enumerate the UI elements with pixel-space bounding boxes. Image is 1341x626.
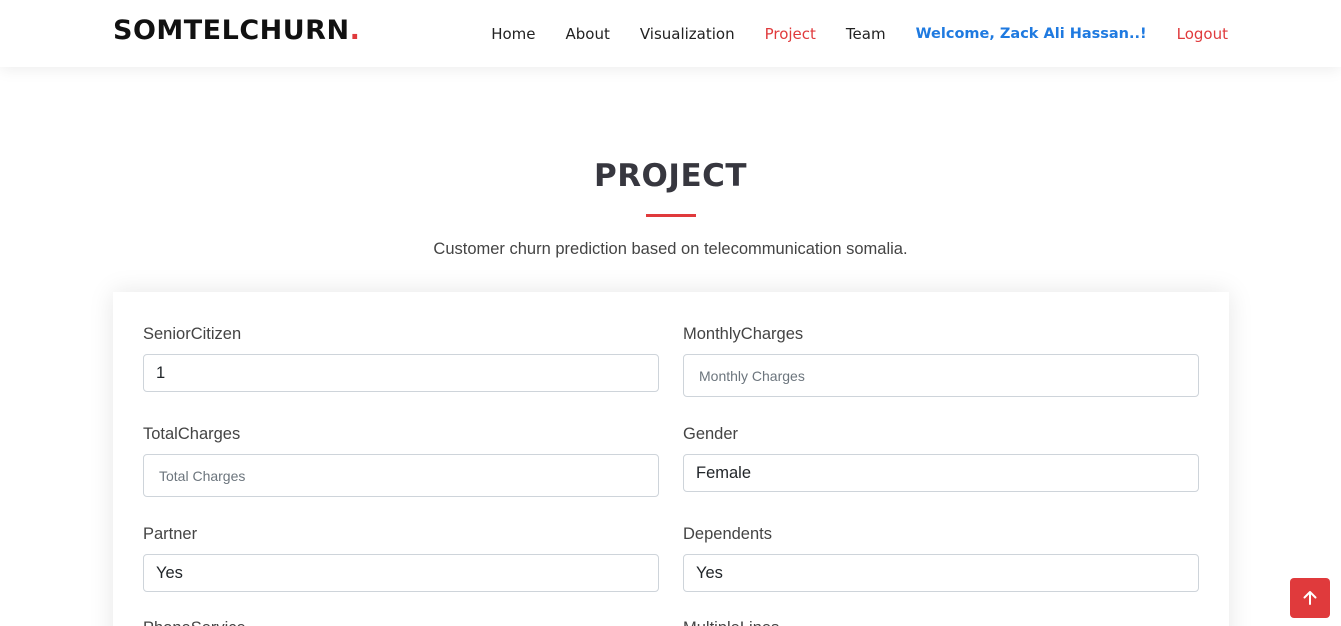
title-underline [646, 214, 696, 217]
gender-input[interactable] [683, 454, 1199, 492]
dependents-input[interactable] [683, 554, 1199, 592]
main-nav: Home About Visualization Project Team We… [491, 0, 1228, 67]
phone-service-group: PhoneService [143, 618, 659, 626]
multiple-lines-group: MultipleLines [683, 618, 1199, 626]
site-logo[interactable]: SOMTELCHURN. [113, 15, 360, 46]
partner-input[interactable] [143, 554, 659, 592]
phone-service-label: PhoneService [143, 618, 659, 626]
partner-group: Partner [143, 524, 659, 592]
monthly-charges-input[interactable] [683, 354, 1199, 397]
back-to-top-button[interactable] [1290, 578, 1330, 618]
nav-visualization-link[interactable]: Visualization [640, 25, 735, 43]
arrow-up-icon [1303, 591, 1317, 605]
dependents-label: Dependents [683, 525, 772, 543]
total-charges-label: TotalCharges [143, 425, 241, 443]
logo-text: SOMTELCHURN [113, 15, 350, 46]
senior-citizen-label: SeniorCitizen [143, 325, 242, 343]
nav-logout-link[interactable]: Logout [1177, 25, 1228, 43]
nav-team-link[interactable]: Team [846, 25, 886, 43]
nav-home-link[interactable]: Home [491, 25, 535, 43]
monthly-charges-group: MonthlyCharges [683, 324, 1199, 397]
nav-project-link[interactable]: Project [765, 25, 816, 43]
logo-dot: . [349, 15, 361, 46]
multiple-lines-label: MultipleLines [683, 618, 1199, 626]
total-charges-group: TotalCharges [143, 424, 659, 497]
partner-label: Partner [143, 525, 198, 543]
section-title: PROJECT [0, 158, 1341, 194]
total-charges-input[interactable] [143, 454, 659, 497]
nav-welcome-user[interactable]: Welcome, Zack Ali Hassan..! [916, 26, 1147, 42]
page-subtitle: Customer churn prediction based on telec… [433, 240, 908, 258]
senior-citizen-input[interactable] [143, 354, 659, 392]
gender-label: Gender [683, 425, 739, 443]
site-header: SOMTELCHURN. Home About Visualization Pr… [0, 0, 1341, 67]
page-title: PROJECT [593, 158, 748, 194]
monthly-charges-label: MonthlyCharges [683, 325, 804, 343]
senior-citizen-group: SeniorCitizen [143, 324, 659, 392]
gender-group: Gender [683, 424, 1199, 492]
dependents-group: Dependents [683, 524, 1199, 592]
nav-about-link[interactable]: About [565, 25, 609, 43]
prediction-form-card: SeniorCitizen MonthlyCharges TotalCharge… [113, 292, 1229, 626]
